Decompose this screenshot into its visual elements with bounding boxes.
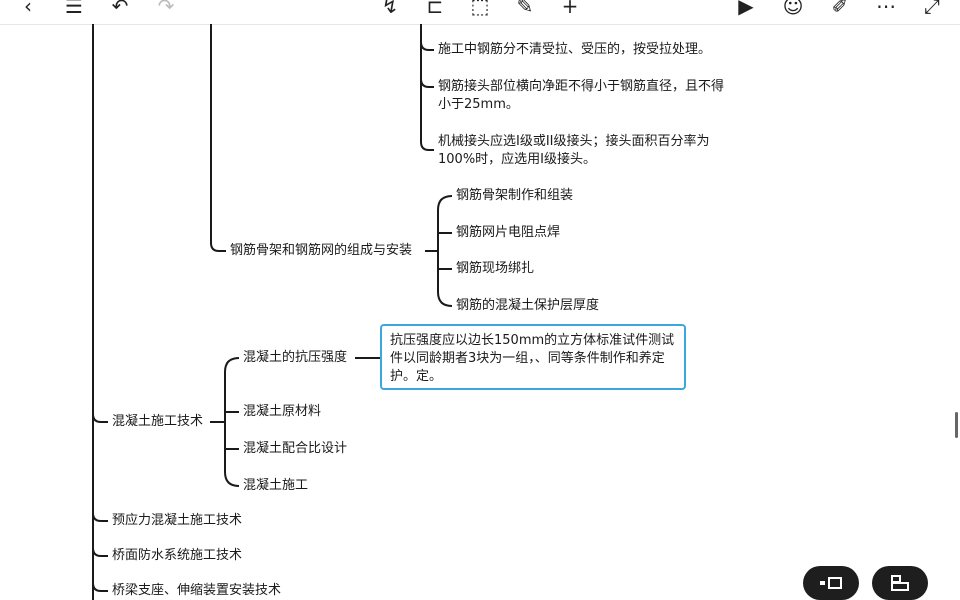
subtopic-mix-design[interactable]: 混凝土配合比设计 [243,440,347,458]
note-splice-spacing[interactable]: 钢筋接头部位横向净距不得小于钢筋直径，且不得小于25mm。 [438,78,728,114]
subtopic-concrete-placement[interactable]: 混凝土施工 [243,477,308,495]
topic-prestressed-concrete[interactable]: 预应力混凝土施工技术 [112,512,242,530]
skeleton-bracket [437,195,453,307]
subtopic-compressive-strength[interactable]: 混凝土的抗压强度 [243,349,347,367]
compressive-strength-note[interactable]: 抗压强度应以边长150mm的立方体标准试件测试件以同龄期者3块为一组，、同等条件… [380,324,686,390]
subtopic-raw-materials[interactable]: 混凝土原材料 [243,403,321,421]
subtopic-concrete-cover[interactable]: 钢筋的混凝土保护层厚度 [456,297,599,315]
subtopic-skeleton-fabrication[interactable]: 钢筋骨架制作和组装 [456,187,573,205]
subtopic-mesh-spot-welding[interactable]: 钢筋网片电阻点焊 [456,224,560,242]
note-branch-1 [420,41,434,51]
note-mechanical-splice[interactable]: 机械接头应选I级或II级接头；接头面积百分率为100%时，应选用I级接头。 [438,133,730,169]
topic-concrete-construction[interactable]: 混凝土施工技术 [112,413,203,431]
branch-prestressed [92,512,108,522]
branch-concrete [92,413,108,423]
insert-child-icon [891,575,909,591]
topic-rebar-skeleton[interactable]: 钢筋骨架和钢筋网的组成与安装 [230,242,412,260]
insert-child-button[interactable] [872,566,928,600]
topic-deck-waterproofing[interactable]: 桥面防水系统施工技术 [112,547,242,565]
insert-sibling-icon [820,577,842,589]
topic-bearing-expansion-joint[interactable]: 桥梁支座、伸缩装置安装技术 [112,582,281,600]
branch-bearing [92,582,108,592]
vertical-scrollbar[interactable] [955,412,958,438]
branch-skeleton [210,24,226,252]
branch-waterproof [92,547,108,557]
note-tension-compression[interactable]: 施工中钢筋分不清受拉、受压的，按受拉处理。 [438,41,711,59]
insert-sibling-button[interactable] [803,566,859,600]
subtopic-site-binding[interactable]: 钢筋现场绑扎 [456,260,534,278]
compressive-strength-note-text: 抗压强度应以边长150mm的立方体标准试件测试件以同龄期者3块为一组，、同等条件… [390,333,675,384]
concrete-bracket [224,357,240,487]
note-branch-2 [420,78,434,88]
